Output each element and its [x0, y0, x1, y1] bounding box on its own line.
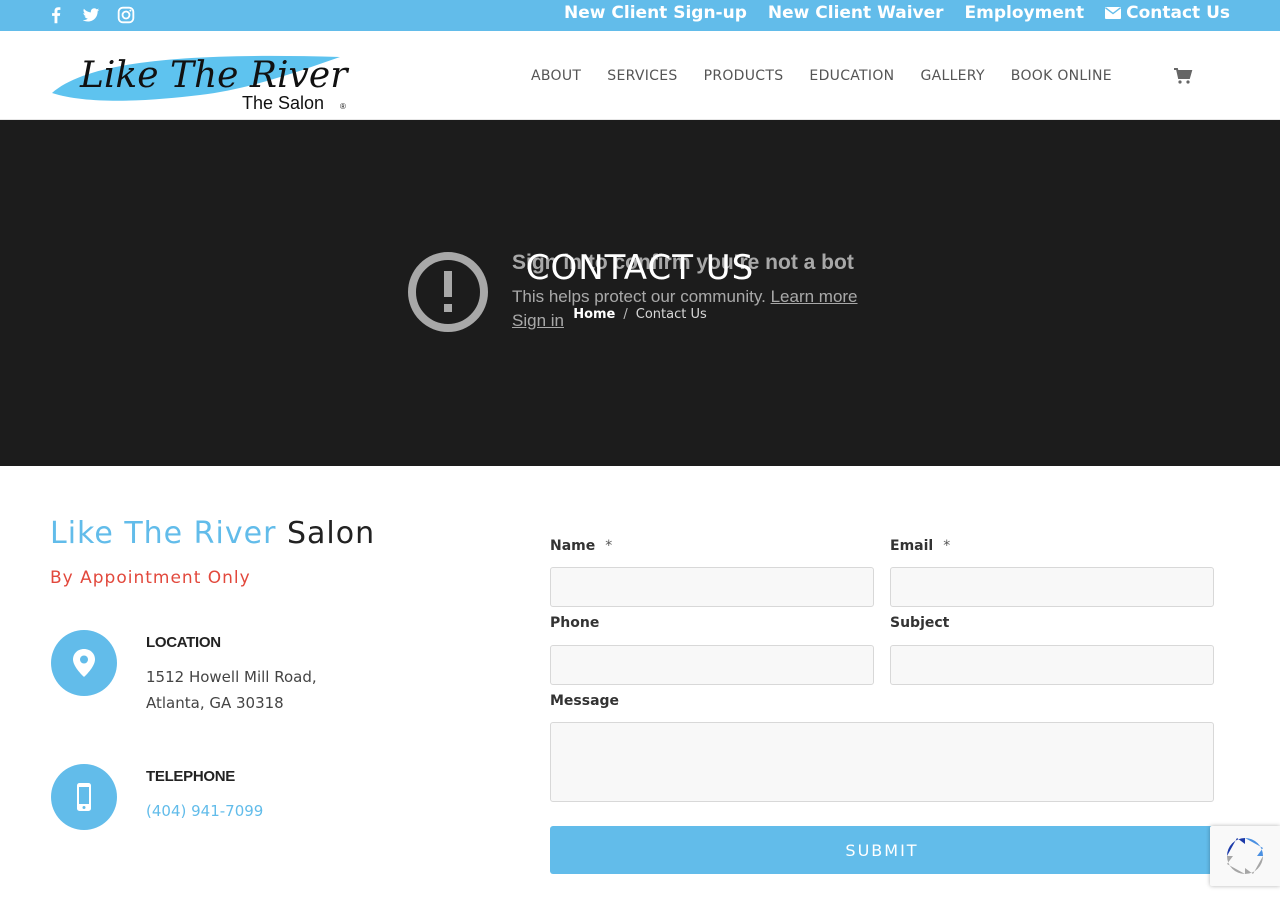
nav-book-online[interactable]: BOOK ONLINE	[998, 68, 1125, 84]
location-address: 1512 Howell Mill Road, Atlanta, GA 30318	[146, 664, 317, 716]
bot-check-overlay: Sign in to confirm you’re not a bot This…	[407, 251, 907, 341]
hero-banner: CONTACT US Home / Contact Us Sign in to co…	[0, 120, 1280, 466]
name-field[interactable]	[550, 567, 874, 607]
top-links: New Client Sign-up New Client Waiver Emp…	[564, 3, 1230, 23]
mobile-phone-icon	[77, 783, 91, 811]
subject-field[interactable]	[890, 645, 1214, 685]
site-logo[interactable]: Like The River The Salon ®	[50, 49, 350, 113]
address-line-2: Atlanta, GA 30318	[146, 694, 284, 712]
submit-button[interactable]: SUBMIT	[550, 826, 1214, 874]
bot-check-title: Sign in to confirm you’re not a bot	[512, 251, 854, 274]
email-label-text: Email	[890, 538, 934, 554]
sign-in-link[interactable]: Sign in	[512, 311, 564, 331]
nav-education[interactable]: EDUCATION	[796, 68, 907, 84]
site-header: Like The River The Salon ® ABOUT SERVICE…	[0, 31, 1280, 120]
location-badge	[51, 630, 117, 696]
alert-icon	[408, 252, 488, 332]
logo-title: Like The River	[79, 55, 349, 96]
bot-check-text: This helps protect our community.	[512, 287, 766, 306]
new-client-signup-link[interactable]: New Client Sign-up	[564, 3, 747, 23]
name-label-text: Name	[550, 538, 596, 554]
social-links	[45, 4, 137, 26]
telephone-heading: TELEPHONE	[146, 768, 235, 785]
phone-label: Phone	[550, 615, 600, 631]
bot-check-description: This helps protect our community. Learn …	[512, 287, 858, 307]
salon-title-word: Salon	[286, 516, 376, 551]
recaptcha-icon	[1227, 838, 1263, 874]
new-client-waiver-link[interactable]: New Client Waiver	[768, 3, 944, 23]
nav-about[interactable]: ABOUT	[518, 68, 594, 84]
map-pin-icon	[73, 649, 95, 677]
telephone-badge	[51, 764, 117, 830]
top-bar: New Client Sign-up New Client Waiver Emp…	[0, 0, 1280, 31]
contact-us-link[interactable]: Contact Us	[1105, 3, 1230, 23]
phone-field[interactable]	[550, 645, 874, 685]
message-label: Message	[550, 693, 620, 709]
nav-gallery[interactable]: GALLERY	[907, 68, 997, 84]
email-label: Email *	[890, 538, 950, 554]
recaptcha-badge[interactable]	[1210, 826, 1280, 886]
employment-link[interactable]: Employment	[965, 3, 1085, 23]
appointment-note: By Appointment Only	[50, 568, 251, 588]
salon-title: Like The River Salon	[50, 516, 375, 551]
nav-services[interactable]: SERVICES	[594, 68, 690, 84]
cart-icon[interactable]	[1172, 67, 1194, 85]
location-heading: LOCATION	[146, 634, 221, 651]
envelope-icon	[1105, 7, 1122, 19]
name-label: Name *	[550, 538, 612, 554]
name-required-mark: *	[605, 538, 613, 554]
contact-us-label: Contact Us	[1126, 3, 1230, 23]
logo-subtitle: The Salon	[242, 93, 324, 113]
learn-more-link[interactable]: Learn more	[771, 287, 858, 306]
facebook-icon[interactable]	[45, 4, 67, 26]
nav-products[interactable]: PRODUCTS	[691, 68, 797, 84]
email-field[interactable]	[890, 567, 1214, 607]
logo-registered-mark: ®	[340, 102, 346, 111]
email-required-mark: *	[943, 538, 951, 554]
telephone-value: (404) 941-7099	[146, 798, 263, 824]
telephone-link[interactable]: (404) 941-7099	[146, 802, 263, 820]
message-field[interactable]	[550, 722, 1214, 802]
address-line-1: 1512 Howell Mill Road,	[146, 668, 317, 686]
salon-title-brand: Like The River	[50, 516, 277, 551]
twitter-icon[interactable]	[80, 4, 102, 26]
subject-label: Subject	[890, 615, 950, 631]
instagram-icon[interactable]	[115, 4, 137, 26]
main-nav: ABOUT SERVICES PRODUCTS EDUCATION GALLER…	[518, 31, 1125, 120]
